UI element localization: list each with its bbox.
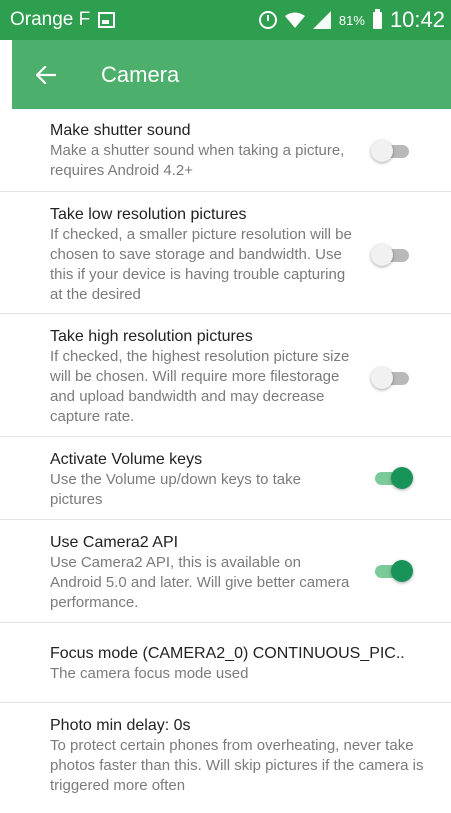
setting-title: Use Camera2 API [50, 534, 179, 551]
setting-summary: To protect certain phones from overheati… [50, 737, 424, 794]
setting-photo-min-delay[interactable]: Photo min delay: 0s To protect certain p… [0, 703, 451, 813]
setting-summary: The camera focus mode used [50, 665, 249, 682]
setting-title: Make shutter sound [50, 122, 191, 139]
setting-summary: If checked, the highest resolution pictu… [50, 348, 350, 425]
setting-camera2-api[interactable]: Use Camera2 API Use Camera2 API, this is… [0, 520, 451, 623]
setting-title: Photo min delay: 0s [50, 717, 191, 734]
back-button[interactable] [16, 40, 76, 109]
carrier-name: Orange F [10, 9, 91, 30]
page-title: Camera [101, 61, 180, 87]
app-bar: Camera [12, 40, 451, 109]
setting-shutter-sound[interactable]: Make shutter sound Make a shutter sound … [0, 109, 451, 192]
arrow-left-icon [36, 65, 56, 84]
setting-summary: Use Camera2 API, this is available on An… [50, 554, 350, 611]
battery-percent: 81% [338, 12, 365, 28]
setting-low-resolution[interactable]: Take low resolution pictures If checked,… [0, 192, 451, 314]
setting-volume-keys[interactable]: Activate Volume keys Use the Volume up/d… [0, 437, 451, 520]
status-bar: Orange F 81% 10:42 [0, 0, 451, 40]
setting-high-resolution[interactable]: Take high resolution pictures If checked… [0, 314, 451, 437]
settings-list: Make shutter sound Make a shutter sound … [0, 109, 451, 813]
clock: 10:42 [389, 7, 445, 32]
setting-summary: Use the Volume up/down keys to take pict… [50, 471, 301, 508]
setting-focus-mode[interactable]: Focus mode (CAMERA2_0) CONTINUOUS_PIC.. … [0, 623, 451, 703]
alarm-icon [258, 11, 277, 29]
setting-title: Take low resolution pictures [50, 206, 247, 223]
shutter-sound-toggle[interactable] [371, 140, 413, 162]
wifi-icon [284, 12, 305, 28]
high-resolution-toggle[interactable] [371, 367, 413, 389]
setting-summary: If checked, a smaller picture resolution… [50, 226, 352, 303]
volume-keys-toggle[interactable] [371, 467, 413, 489]
low-resolution-toggle[interactable] [371, 244, 413, 266]
battery-icon [372, 8, 382, 29]
image-icon [98, 12, 116, 28]
setting-title: Focus mode (CAMERA2_0) CONTINUOUS_PIC.. [50, 645, 405, 662]
setting-title: Take high resolution pictures [50, 328, 253, 345]
camera2-api-toggle[interactable] [371, 560, 413, 582]
signal-icon [312, 11, 331, 29]
setting-summary: Make a shutter sound when taking a pictu… [50, 142, 345, 179]
